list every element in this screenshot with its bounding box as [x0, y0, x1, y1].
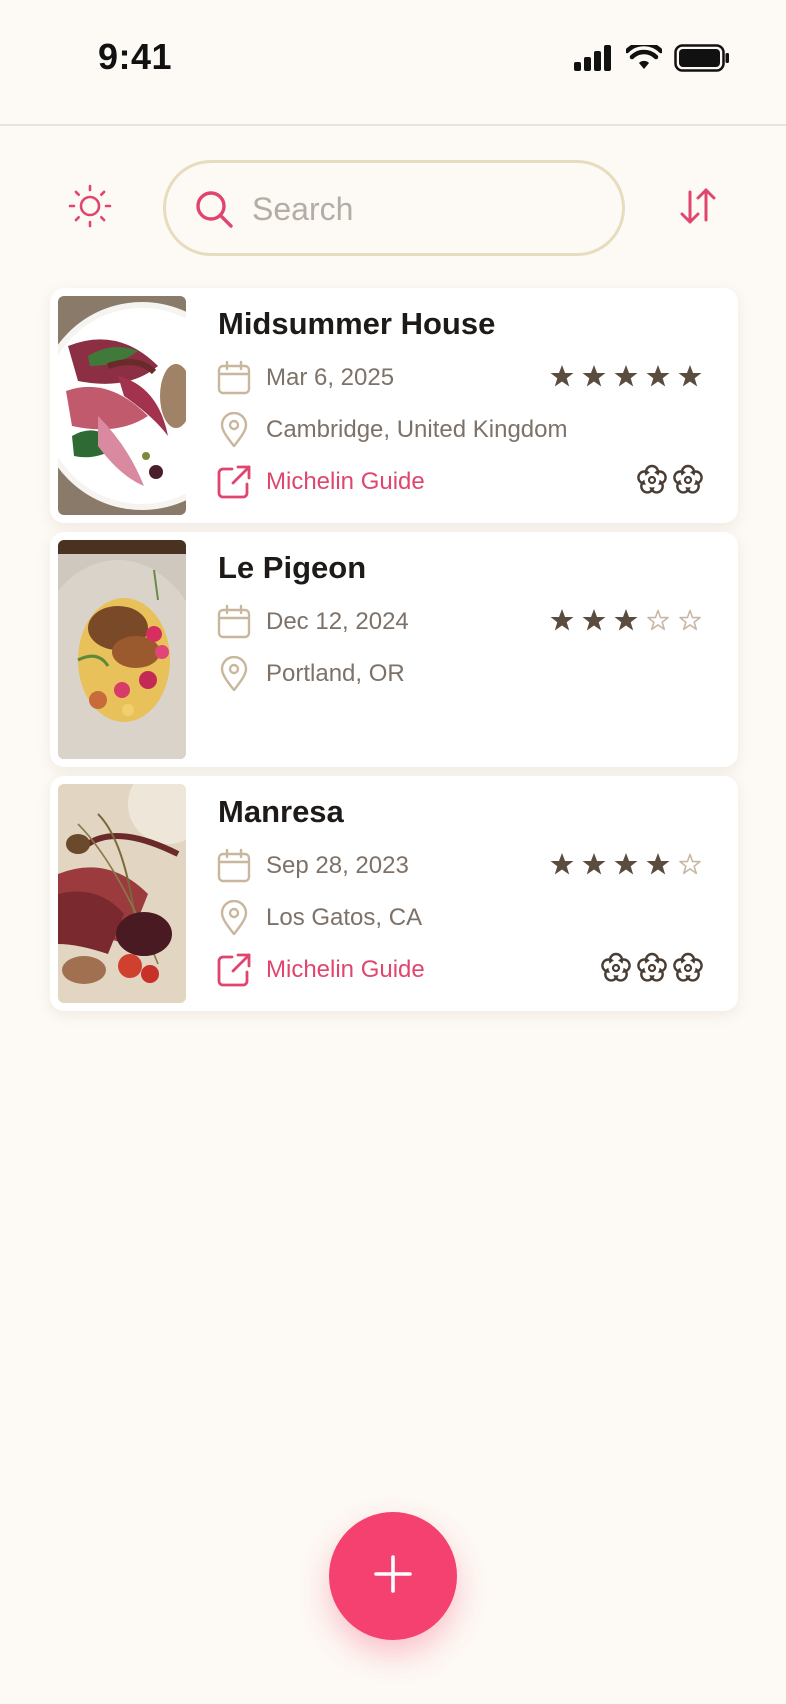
- battery-icon: [674, 44, 730, 77]
- star-filled-icon: [614, 608, 638, 632]
- star-filled-icon: [582, 608, 606, 632]
- star-filled-icon: [646, 364, 670, 388]
- location: Los Gatos, CA: [266, 904, 423, 931]
- search-input[interactable]: [252, 185, 592, 233]
- star-filled-icon: [550, 852, 574, 876]
- visit-date: Dec 12, 2024: [266, 608, 409, 635]
- michelin-guide-label[interactable]: Michelin Guide: [266, 956, 425, 984]
- michelin-guide-link[interactable]: Michelin Guide: [216, 462, 425, 502]
- star-rating: [550, 852, 702, 876]
- restaurant-card[interactable]: Midsummer House Mar 6, 2025 Cambridge, U…: [50, 288, 738, 523]
- location: Cambridge, United Kingdom: [266, 416, 568, 443]
- restaurant-card[interactable]: Manresa Sep 28, 2023 Los Gatos, CA Miche…: [50, 776, 738, 1011]
- add-restaurant-button[interactable]: [329, 1512, 457, 1640]
- external-link-icon: [216, 952, 252, 988]
- search-bar[interactable]: [163, 160, 625, 256]
- location-row: Los Gatos, CA: [216, 898, 422, 938]
- restaurant-photo: [58, 296, 186, 515]
- theme-toggle-button[interactable]: [68, 184, 112, 228]
- status-bar: 9:41: [0, 0, 786, 126]
- star-empty-icon: [678, 608, 702, 632]
- michelin-star-icon: [600, 952, 632, 984]
- sort-button[interactable]: [678, 184, 718, 228]
- star-empty-icon: [646, 608, 670, 632]
- star-filled-icon: [550, 364, 574, 388]
- michelin-star-icon: [672, 952, 704, 984]
- star-filled-icon: [550, 608, 574, 632]
- star-filled-icon: [614, 364, 638, 388]
- star-empty-icon: [678, 852, 702, 876]
- star-rating: [550, 364, 702, 388]
- star-filled-icon: [678, 364, 702, 388]
- restaurant-photo: [58, 540, 186, 759]
- cellular-signal-icon: [574, 45, 614, 76]
- restaurant-name: Midsummer House: [218, 306, 496, 341]
- star-filled-icon: [614, 852, 638, 876]
- michelin-guide-label[interactable]: Michelin Guide: [266, 468, 425, 496]
- location-pin-icon: [216, 656, 252, 692]
- star-filled-icon: [646, 852, 670, 876]
- restaurant-photo: [58, 784, 186, 1003]
- restaurant-name: Le Pigeon: [218, 550, 367, 585]
- wifi-icon: [624, 41, 664, 76]
- location-row: Portland, OR: [216, 654, 405, 694]
- search-icon: [194, 189, 234, 229]
- michelin-star-icon: [636, 952, 668, 984]
- external-link-icon: [216, 464, 252, 500]
- michelin-guide-link[interactable]: Michelin Guide: [216, 950, 425, 990]
- michelin-stars: [636, 464, 704, 496]
- visit-date-row: Sep 28, 2023: [216, 846, 409, 886]
- star-filled-icon: [582, 364, 606, 388]
- location-row: Cambridge, United Kingdom: [216, 410, 568, 450]
- visit-date-row: Mar 6, 2025: [216, 358, 394, 398]
- sun-icon: [68, 184, 112, 232]
- visit-date: Sep 28, 2023: [266, 852, 409, 879]
- star-rating: [550, 608, 702, 632]
- visit-date: Mar 6, 2025: [266, 364, 395, 391]
- michelin-stars: [600, 952, 704, 984]
- visit-date-row: Dec 12, 2024: [216, 602, 409, 642]
- restaurant-card[interactable]: Le Pigeon Dec 12, 2024 Portland, OR: [50, 532, 738, 767]
- calendar-icon: [216, 360, 252, 396]
- location-pin-icon: [216, 412, 252, 448]
- status-icons: [574, 41, 730, 77]
- toolbar: [0, 160, 786, 256]
- calendar-icon: [216, 604, 252, 640]
- star-filled-icon: [582, 852, 606, 876]
- location-pin-icon: [216, 900, 252, 936]
- restaurant-name: Manresa: [218, 794, 344, 829]
- status-time: 9:41: [98, 36, 173, 77]
- sort-arrows-icon: [678, 188, 718, 232]
- michelin-star-icon: [672, 464, 704, 496]
- michelin-star-icon: [636, 464, 668, 496]
- calendar-icon: [216, 848, 252, 884]
- plus-icon: [373, 1554, 413, 1599]
- location: Portland, OR: [266, 660, 405, 687]
